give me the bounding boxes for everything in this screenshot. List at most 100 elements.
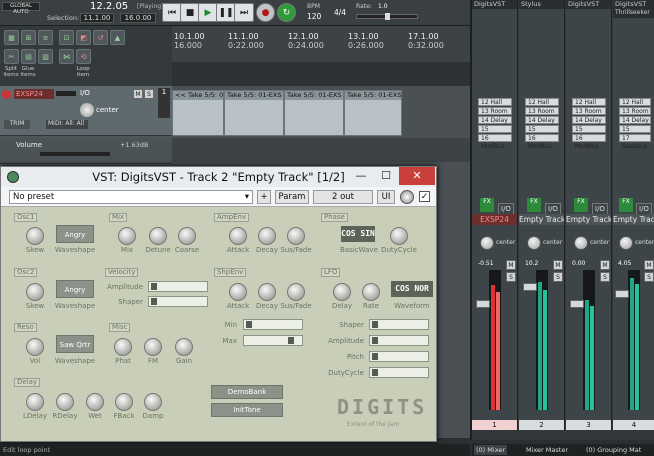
fx-button[interactable]: FX xyxy=(527,198,541,212)
ui-button[interactable]: UI xyxy=(377,190,395,204)
record-button[interactable]: ● xyxy=(256,3,275,22)
attack-knob[interactable] xyxy=(229,227,247,245)
sustain-fade-knob[interactable] xyxy=(287,227,305,245)
snap-icon[interactable]: ⊞ xyxy=(21,30,36,45)
bpm-value[interactable]: 120 xyxy=(307,12,321,21)
waveshape-button[interactable]: Angry xyxy=(56,280,94,298)
phat-knob[interactable] xyxy=(114,338,132,356)
trim-button[interactable]: TRIM xyxy=(4,120,30,129)
strip-track-name[interactable]: Empty Track xyxy=(613,214,654,225)
mod-min-slider[interactable] xyxy=(243,319,303,330)
volume-fader[interactable] xyxy=(570,300,584,308)
param-button[interactable]: Param xyxy=(275,190,309,204)
mute-button[interactable]: M xyxy=(600,260,610,270)
send-slot[interactable]: 12 Hall xyxy=(525,98,559,106)
plugin-window-titlebar[interactable]: VST: DigitsVST - Track 2 "Empty Track" [… xyxy=(1,167,436,187)
waveshape-button[interactable]: Angry xyxy=(56,225,94,243)
glue-items-icon[interactable]: ▤ xyxy=(21,49,36,64)
sustain-fade-knob[interactable] xyxy=(287,283,305,301)
reso-vol-knob[interactable] xyxy=(26,338,44,356)
tab-mixer-master[interactable]: Mixer Master xyxy=(524,445,570,455)
mix-knob[interactable] xyxy=(118,227,136,245)
send-slot[interactable]: 13 Room xyxy=(478,107,512,115)
demobank-button[interactable]: DemoBank xyxy=(211,385,283,399)
crossfade-icon[interactable]: ⋈ xyxy=(59,49,74,64)
lfo-rate-knob[interactable] xyxy=(362,283,380,301)
waveshape-button[interactable]: Saw Qrtr xyxy=(56,335,94,353)
slider-thumb[interactable] xyxy=(246,321,252,328)
mute-button[interactable]: M xyxy=(553,260,563,270)
rate-slider-thumb[interactable] xyxy=(385,13,390,20)
mute-button[interactable]: M xyxy=(133,89,143,99)
bypass-checkbox[interactable]: ✓ xyxy=(419,191,430,202)
output-select[interactable]: 2 out xyxy=(313,190,373,204)
solo-button[interactable]: S xyxy=(600,272,610,282)
strip-track-name[interactable]: EXSP24 xyxy=(472,214,517,225)
minimize-button[interactable]: — xyxy=(349,167,373,185)
repeat-button[interactable]: ↻ xyxy=(277,3,296,22)
slider-thumb[interactable] xyxy=(151,298,157,305)
mod-pitch-slider[interactable] xyxy=(369,351,429,362)
track-header[interactable]: EXSP24 I/O M S 1 center TRIM MIDI: All: … xyxy=(0,86,172,136)
strip-fx-name[interactable]: DigitsVST xyxy=(472,0,517,9)
fx-button[interactable]: FX xyxy=(574,198,588,212)
selection-start[interactable]: 11.1.00 xyxy=(80,13,114,23)
inittone-button[interactable]: InitTone xyxy=(211,403,283,417)
strip-track-name[interactable]: Empty Track xyxy=(519,214,564,225)
timeline-ruler[interactable]: 10.1.00 16.000 11.1.00 0:22.000 12.1.00 0:2… xyxy=(172,26,470,86)
send-slot[interactable]: 16 ModBus xyxy=(478,134,512,150)
wet-knob[interactable] xyxy=(86,393,104,411)
slider-thumb[interactable] xyxy=(372,353,378,360)
wet-dry-knob[interactable] xyxy=(400,190,414,204)
send-slot[interactable]: 12 Hall xyxy=(478,98,512,106)
mod-dutycycle-slider[interactable] xyxy=(369,367,429,378)
tab-mixer[interactable]: (0) Mixer xyxy=(474,445,508,455)
mute-button[interactable]: M xyxy=(506,260,516,270)
item-icon[interactable]: ▥ xyxy=(38,49,53,64)
strip-fx-name[interactable]: Stylus xyxy=(519,0,564,9)
send-slot[interactable]: 12 Hall xyxy=(572,98,606,106)
strip-fx-name-2[interactable]: Thrillseeker xyxy=(613,9,654,18)
media-item[interactable]: Take 5/5: 01-EXS xyxy=(344,90,402,136)
attack-knob[interactable] xyxy=(229,283,247,301)
loop-item-icon[interactable]: ⟲ xyxy=(76,49,91,64)
track-volume-slider[interactable] xyxy=(56,91,76,96)
volume-fader[interactable] xyxy=(523,283,537,291)
waveform-display[interactable]: COS NOR xyxy=(391,281,433,297)
send-slot[interactable]: 15 Chorus xyxy=(619,125,651,141)
decay-knob[interactable] xyxy=(258,227,276,245)
send-slot[interactable]: 16 ModBus xyxy=(572,134,606,150)
pause-button[interactable]: ❚❚ xyxy=(216,3,236,22)
selection-end[interactable]: 16.0.00 xyxy=(120,13,156,23)
dutycycle-knob[interactable] xyxy=(390,227,408,245)
velocity-amplitude-slider[interactable] xyxy=(148,281,208,292)
slider-thumb[interactable] xyxy=(288,337,294,344)
media-item[interactable]: Take 5/5: 01-EXS xyxy=(224,90,284,136)
rate-value[interactable]: 1.0 xyxy=(378,3,388,10)
pan-knob[interactable] xyxy=(527,236,541,250)
preset-select[interactable]: No preset ▾ xyxy=(9,190,253,204)
solo-button[interactable]: S xyxy=(144,89,154,99)
send-slot[interactable]: 13 Room xyxy=(525,107,559,115)
time-signature[interactable]: 4/4 xyxy=(334,8,346,17)
global-auto-button[interactable]: GLOBAL AUTO xyxy=(2,2,40,15)
send-slot[interactable]: 14 Delay xyxy=(572,116,606,124)
mod-shaper-slider[interactable] xyxy=(369,319,429,330)
skew-knob[interactable] xyxy=(26,283,44,301)
envelope-slider[interactable] xyxy=(40,152,110,156)
pan-knob[interactable] xyxy=(480,236,494,250)
send-slot[interactable]: 15 Chorus xyxy=(572,125,606,141)
feedback-knob[interactable] xyxy=(115,393,133,411)
slider-thumb[interactable] xyxy=(372,337,378,344)
mod-max-slider[interactable] xyxy=(243,335,303,346)
play-button[interactable]: ▶ xyxy=(198,3,218,22)
midi-input-select[interactable]: MIDI: All: All xyxy=(46,120,88,129)
send-slot[interactable]: 15 Chorus xyxy=(525,125,559,141)
send-slot[interactable]: 14 Delay xyxy=(619,116,651,124)
lfo-delay-knob[interactable] xyxy=(333,283,351,301)
fm-knob[interactable] xyxy=(144,338,162,356)
decay-knob[interactable] xyxy=(258,283,276,301)
solo-button[interactable]: S xyxy=(644,272,654,282)
volume-fader[interactable] xyxy=(476,300,490,308)
maximize-button[interactable]: ☐ xyxy=(374,167,398,185)
